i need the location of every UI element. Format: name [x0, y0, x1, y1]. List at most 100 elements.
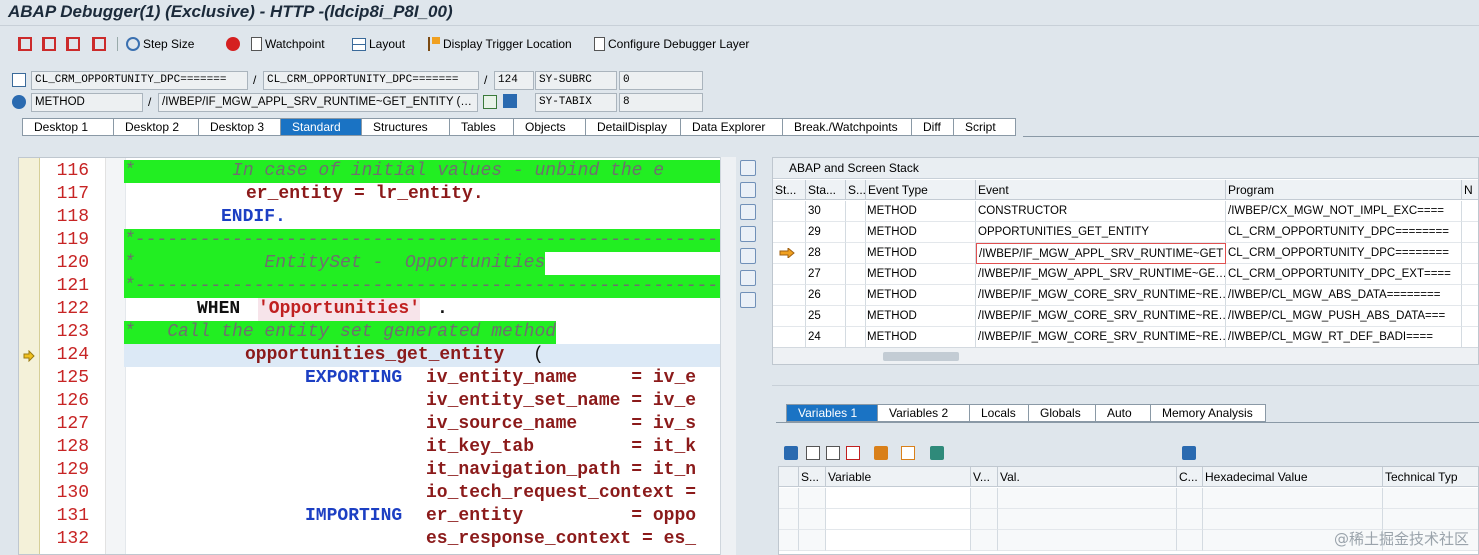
stack-cell[interactable]	[1462, 327, 1478, 348]
stack-cell[interactable]	[773, 264, 806, 285]
step-into-icon[interactable]	[18, 35, 32, 53]
tab-standard[interactable]: Standard	[281, 118, 362, 136]
column-header[interactable]: C...	[1177, 467, 1203, 487]
maximize-icon[interactable]	[740, 226, 756, 242]
display-trigger-location-button[interactable]: Display Trigger Location	[428, 35, 572, 53]
tab-structures[interactable]: Structures	[362, 118, 450, 136]
stack-cell-type[interactable]: METHOD	[866, 306, 976, 327]
stack-cell-sta[interactable]: 29	[806, 222, 846, 243]
stack-cell-program[interactable]: CL_CRM_OPPORTUNITY_DPC========	[1226, 222, 1462, 243]
stack-cell-sta[interactable]: 26	[806, 285, 846, 306]
close-icon[interactable]	[740, 160, 756, 176]
column-header[interactable]: Val.	[998, 467, 1177, 487]
variable-input[interactable]	[826, 530, 971, 551]
stack-cell-event[interactable]: /IWBEP/IF_MGW_CORE_SRV_RUNTIME~RE…	[976, 306, 1226, 327]
stack-cell[interactable]	[773, 306, 806, 327]
column-header[interactable]: Hexadecimal Value	[1203, 467, 1383, 487]
column-header[interactable]: Technical Typ	[1383, 467, 1478, 487]
stack-cell-type[interactable]: METHOD	[866, 285, 976, 306]
column-header[interactable]: S...	[799, 467, 826, 487]
include-field[interactable]: CL_CRM_OPPORTUNITY_DPC=======	[263, 71, 479, 90]
line-field[interactable]: 124	[494, 71, 534, 90]
stack-cell-program[interactable]: /IWBEP/CX_MGW_NOT_IMPL_EXC====	[1226, 201, 1462, 222]
services-icon[interactable]	[740, 292, 756, 308]
stack-cell-type[interactable]: METHOD	[866, 243, 976, 264]
event-type-field[interactable]: METHOD	[31, 93, 143, 112]
settings-icon[interactable]	[930, 446, 944, 460]
tab-variables-1[interactable]: Variables 1	[786, 404, 878, 422]
stack-cell-type[interactable]: METHOD	[866, 327, 976, 348]
step-over-icon[interactable]	[42, 35, 56, 53]
stack-cell[interactable]	[1462, 201, 1478, 222]
step-size-button[interactable]: Step Size	[126, 35, 194, 53]
stack-cell-program[interactable]: CL_CRM_OPPORTUNITY_DPC========	[1226, 243, 1462, 264]
stack-cell-program[interactable]: /IWBEP/CL_MGW_PUSH_ABS_DATA===	[1226, 306, 1462, 327]
export-icon[interactable]	[901, 446, 915, 460]
tab-globals[interactable]: Globals	[1029, 404, 1096, 422]
save-icon[interactable]	[1182, 446, 1196, 460]
stack-cell[interactable]	[1462, 243, 1478, 264]
tab-data-explorer[interactable]: Data Explorer	[681, 118, 783, 136]
stack-cell[interactable]	[846, 306, 866, 327]
continue-icon[interactable]	[92, 35, 106, 53]
stack-cell-type[interactable]: METHOD	[866, 264, 976, 285]
display-icon[interactable]	[826, 446, 840, 460]
details-icon[interactable]	[806, 446, 820, 460]
stack-cell[interactable]	[846, 264, 866, 285]
column-header[interactable]: Event	[976, 180, 1226, 200]
info-icon[interactable]	[503, 94, 517, 108]
stack-cell-event[interactable]: /IWBEP/IF_MGW_APPL_SRV_RUNTIME~GET	[976, 243, 1226, 264]
stack-cell-program[interactable]: CL_CRM_OPPORTUNITY_DPC_EXT====	[1226, 264, 1462, 285]
column-header[interactable]: Event Type	[866, 180, 976, 200]
tab-variables-2[interactable]: Variables 2	[878, 404, 970, 422]
tab-desktop-3[interactable]: Desktop 3	[199, 118, 281, 136]
column-header[interactable]: Variable	[826, 467, 971, 487]
stack-cell[interactable]	[773, 327, 806, 348]
source-code-editor[interactable]: 116 * In case of initial values - unbind …	[18, 157, 736, 555]
swap-tool-icon[interactable]	[740, 204, 756, 220]
stack-cell[interactable]	[846, 201, 866, 222]
stack-cell-program[interactable]: /IWBEP/CL_MGW_ABS_DATA========	[1226, 285, 1462, 306]
stack-cell-sta[interactable]: 27	[806, 264, 846, 285]
stack-cell[interactable]	[773, 201, 806, 222]
variable-input[interactable]	[826, 488, 971, 509]
stack-cell[interactable]	[1462, 306, 1478, 327]
variable-input[interactable]	[826, 509, 971, 530]
watchpoint-button[interactable]: Watchpoint	[251, 35, 325, 53]
column-header[interactable]: S...	[846, 180, 866, 200]
program-field[interactable]: CL_CRM_OPPORTUNITY_DPC=======	[31, 71, 248, 90]
stack-cell[interactable]	[846, 327, 866, 348]
stack-cell[interactable]	[846, 285, 866, 306]
stack-cell-program[interactable]: /IWBEP/CL_MGW_RT_DEF_BADI====	[1226, 327, 1462, 348]
stack-cell-type[interactable]: METHOD	[866, 201, 976, 222]
tab-desktop-2[interactable]: Desktop 2	[114, 118, 199, 136]
stack-cell-sta[interactable]: 25	[806, 306, 846, 327]
stack-cell-event[interactable]: CONSTRUCTOR	[976, 201, 1226, 222]
stack-cell[interactable]	[1462, 285, 1478, 306]
configure-debugger-layer-button[interactable]: Configure Debugger Layer	[594, 35, 749, 53]
delete-icon[interactable]	[784, 446, 798, 460]
stack-cell-event[interactable]: /IWBEP/IF_MGW_CORE_SRV_RUNTIME~RE…	[976, 327, 1226, 348]
tab-script[interactable]: Script	[954, 118, 1016, 136]
column-header[interactable]: St...	[773, 180, 806, 200]
stack-cell[interactable]	[1462, 222, 1478, 243]
tab-objects[interactable]: Objects	[514, 118, 586, 136]
tab-auto[interactable]: Auto	[1096, 404, 1151, 422]
stack-cell[interactable]	[773, 285, 806, 306]
stack-cell-event[interactable]: /IWBEP/IF_MGW_CORE_SRV_RUNTIME~RE…	[976, 285, 1226, 306]
stack-cell-sta[interactable]: 24	[806, 327, 846, 348]
tab-detail-display[interactable]: DetailDisplay	[586, 118, 681, 136]
new-tool-icon[interactable]	[740, 182, 756, 198]
import-icon[interactable]	[874, 446, 888, 460]
editor-scrollbar[interactable]	[720, 157, 736, 555]
remove-icon[interactable]	[846, 446, 860, 460]
event-field[interactable]: /IWBEP/IF_MGW_APPL_SRV_RUNTIME~GET_ENTIT…	[158, 93, 478, 112]
exchange-icon[interactable]	[740, 270, 756, 286]
stack-cell-event[interactable]: /IWBEP/IF_MGW_APPL_SRV_RUNTIME~GE…	[976, 264, 1226, 285]
stack-cell-sta[interactable]: 28	[806, 243, 846, 264]
step-return-icon[interactable]	[66, 35, 80, 53]
stack-cell[interactable]	[1462, 264, 1478, 285]
stop-button[interactable]	[226, 35, 240, 53]
column-header[interactable]: V...	[971, 467, 998, 487]
stack-cell-type[interactable]: METHOD	[866, 222, 976, 243]
